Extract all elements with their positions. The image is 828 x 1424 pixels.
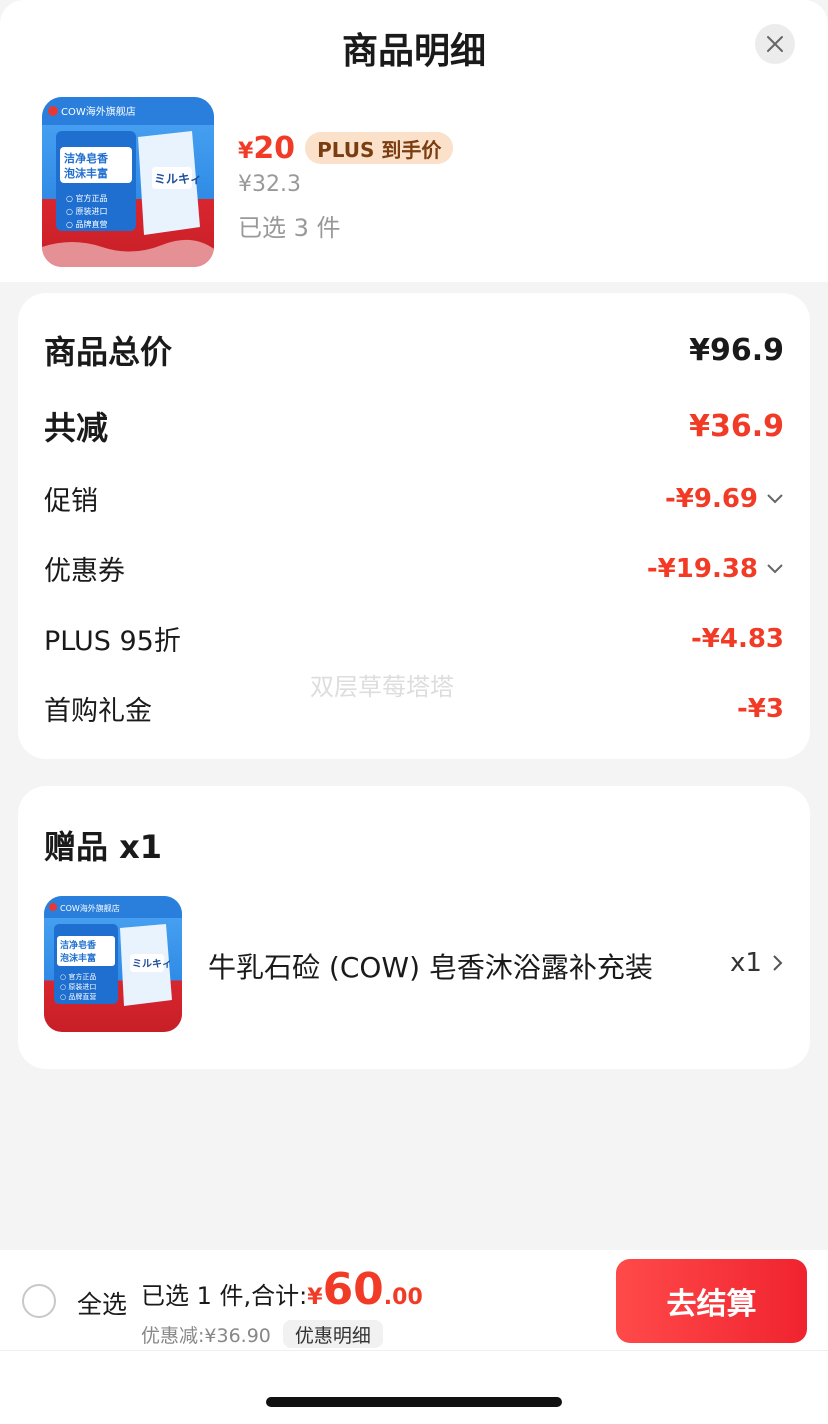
summary-total-dec: .00 xyxy=(383,1285,423,1310)
gift-thumb-slogan-2: 泡沫丰富 xyxy=(60,952,96,964)
discount-value: -¥19.38 xyxy=(647,554,784,584)
original-price: ¥32.3 xyxy=(238,172,301,197)
close-button[interactable] xyxy=(755,24,795,64)
discount-row-coupon[interactable]: 优惠券 -¥19.38 xyxy=(44,549,784,588)
gift-quantity[interactable]: x1 xyxy=(730,948,784,978)
thumb-slogan-2: 泡沫丰富 xyxy=(64,166,108,180)
product-thumbnail: COW海外旗舰店 洁净皂香 泡沫丰富 ○ 官方正品 ○ 原装进口 ○ 品牌直营 … xyxy=(42,97,214,267)
thumb-feature-2: ○ 原装进口 xyxy=(66,206,108,216)
total-price-row: 商品总价 ¥96.9 xyxy=(44,327,784,373)
discount-label: PLUS 95折 xyxy=(44,626,181,657)
home-indicator-area xyxy=(0,1350,828,1424)
price-line: ¥20 PLUS 到手价 xyxy=(238,128,454,168)
selected-count: 已选 3 件 xyxy=(238,214,341,242)
home-indicator[interactable] xyxy=(266,1397,562,1407)
checkout-button[interactable]: 去结算 xyxy=(616,1259,807,1343)
select-all-radio[interactable] xyxy=(22,1284,56,1318)
discount-amount: -¥3 xyxy=(737,693,784,724)
gift-thumb-slogan-1: 洁净皂香 xyxy=(60,939,97,951)
discount-amount: -¥4.83 xyxy=(690,623,784,654)
total-summary: 已选 1 件,合计: ¥ 60 .00 xyxy=(141,1264,423,1315)
gift-thumb-feature-1: ○ 官方正品 xyxy=(60,972,96,981)
thumb-brand-text: COW海外旗舰店 xyxy=(61,105,136,118)
watermark-text: 双层草莓塔塔 xyxy=(310,673,454,701)
gift-title: 赠品 x1 xyxy=(44,828,163,866)
discount-amount: -¥9.69 xyxy=(664,483,758,514)
discount-label: 优惠券 xyxy=(44,556,125,587)
close-icon xyxy=(767,36,783,52)
gift-name[interactable]: 牛乳石硷 (COW) 皂香沐浴露补充装 xyxy=(208,946,668,986)
discount-amount: -¥19.38 xyxy=(646,553,758,584)
reduce-value: ¥36.9 xyxy=(689,408,784,444)
sheet-header: 商品明细 xyxy=(0,0,828,90)
current-price: ¥20 xyxy=(238,131,295,166)
discount-value: -¥9.69 xyxy=(665,484,784,514)
summary-currency: ¥ xyxy=(307,1285,323,1310)
checkout-bar: 全选 已选 1 件,合计: ¥ 60 .00 优惠减:¥36.90 优惠明细 去… xyxy=(0,1250,828,1350)
total-price-label: 商品总价 xyxy=(44,333,173,371)
plus-price-tag: PLUS 到手价 xyxy=(305,132,454,164)
discount-label: 促销 xyxy=(44,486,98,517)
gift-quantity-value: x1 xyxy=(730,948,762,978)
sheet-title: 商品明细 xyxy=(341,31,486,72)
currency-symbol: ¥ xyxy=(238,138,254,164)
thumb-feature-3: ○ 品牌直营 xyxy=(66,219,108,229)
select-all-label[interactable]: 全选 xyxy=(77,1285,127,1321)
discount-row-promotion[interactable]: 促销 -¥9.69 xyxy=(44,479,784,518)
gift-thumbnail: COW海外旗舰店 洁净皂香 泡沫丰富 ○ 官方正品 ○ 原装进口 ○ 品牌直营 … xyxy=(44,896,182,1032)
gift-card: 赠品 x1 COW海外旗舰店 洁净皂香 泡沫丰富 ○ 官方正品 ○ 原装进口 ○… xyxy=(18,786,810,1069)
chevron-down-icon xyxy=(766,493,784,505)
gift-thumb-feature-3: ○ 品牌直营 xyxy=(60,992,96,1001)
thumb-slogan-1: 洁净皂香 xyxy=(64,151,109,165)
product-detail-sheet: 商品明细 COW海外旗舰店 洁净皂香 泡沫丰富 ○ 官方正品 ○ 原装进口 ○ … xyxy=(0,0,828,1424)
total-price-value: ¥96.9 xyxy=(689,332,784,368)
thumb-product-name: ミルキィ xyxy=(154,172,202,186)
gift-thumb-feature-2: ○ 原装进口 xyxy=(60,982,96,991)
discount-total: 优惠减:¥36.90 xyxy=(141,1324,271,1347)
price-summary-card: 商品总价 ¥96.9 共减 ¥36.9 促销 -¥9.69 优惠券 -¥19.3… xyxy=(18,293,810,759)
current-price-value: 20 xyxy=(253,130,296,166)
summary-text: 已选 1 件,合计: xyxy=(141,1282,308,1310)
discount-label: 首购礼金 xyxy=(44,696,152,727)
product-info: COW海外旗舰店 洁净皂香 泡沫丰富 ○ 官方正品 ○ 原装进口 ○ 品牌直营 … xyxy=(0,90,828,282)
gift-thumb-product: ミルキィ xyxy=(132,958,172,970)
reduce-row: 共减 ¥36.9 xyxy=(44,403,784,449)
gift-thumb-brand: COW海外旗舰店 xyxy=(60,903,120,913)
thumb-feature-1: ○ 官方正品 xyxy=(66,193,108,203)
discount-detail-button[interactable]: 优惠明细 xyxy=(282,1320,383,1348)
summary-total-int: 60 xyxy=(322,1264,384,1315)
discount-summary: 优惠减:¥36.90 优惠明细 xyxy=(141,1320,383,1348)
chevron-down-icon xyxy=(766,563,784,575)
discount-row-plus: PLUS 95折 -¥4.83 xyxy=(44,619,784,658)
chevron-right-icon xyxy=(773,955,783,971)
reduce-label: 共减 xyxy=(44,409,109,447)
